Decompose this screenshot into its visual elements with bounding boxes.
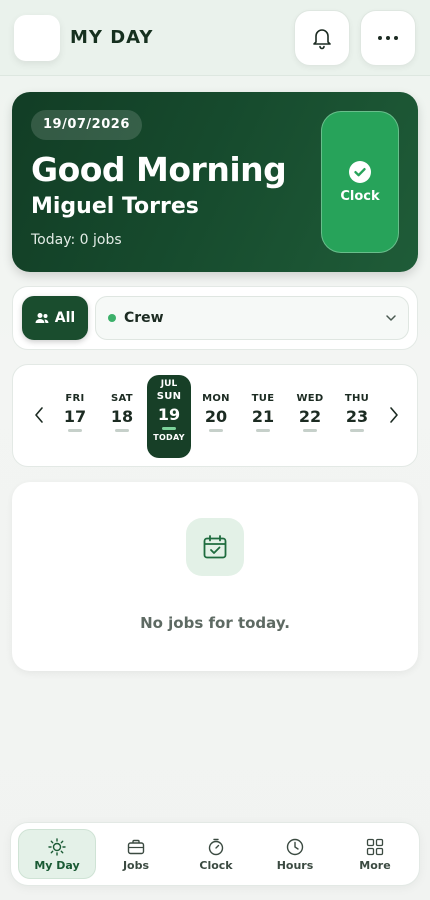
greeting-text: Good Morning	[31, 150, 287, 189]
day-indicator	[68, 429, 82, 432]
day-indicator	[256, 429, 270, 432]
day-name: THU	[344, 393, 370, 404]
day-number: 20	[204, 407, 228, 426]
notifications-button[interactable]	[294, 10, 350, 66]
day-number: 19	[157, 405, 181, 424]
today-label: TODAY	[153, 433, 185, 442]
users-icon	[35, 313, 49, 323]
day-wed[interactable]: WED 22	[288, 375, 332, 457]
day-mon[interactable]: MON 20	[194, 375, 238, 457]
sun-icon	[48, 837, 66, 857]
day-sat[interactable]: SAT 18	[100, 375, 144, 457]
nav-clock[interactable]: Clock	[177, 829, 255, 879]
date-badge: 19/07/2026	[31, 110, 142, 140]
app-header: MY DAY	[0, 0, 430, 76]
day-number: 18	[110, 407, 134, 426]
day-indicator	[162, 427, 176, 430]
greeting-card: 19/07/2026 Good Morning Miguel Torres To…	[12, 92, 418, 272]
user-name: Miguel Torres	[31, 194, 199, 219]
calendar-check-icon-container	[186, 518, 244, 576]
day-name: SAT	[111, 393, 133, 404]
page-title: MY DAY	[70, 27, 154, 48]
grid-icon	[366, 837, 384, 857]
nav-my-day[interactable]: My Day	[18, 829, 96, 879]
nav-label: Jobs	[122, 858, 150, 872]
day-name: WED	[296, 393, 324, 404]
chevron-right-icon	[390, 407, 398, 423]
briefcase-icon	[127, 837, 145, 857]
chevron-left-icon	[35, 407, 43, 423]
day-fri[interactable]: FRI 17	[53, 375, 97, 457]
nav-jobs[interactable]: Jobs	[97, 829, 175, 879]
crew-select-value: Crew	[124, 310, 164, 326]
day-name: FRI	[65, 393, 85, 404]
day-name: TUE	[251, 393, 275, 404]
crew-select[interactable]: Crew	[95, 296, 409, 340]
jobs-summary: Today: 0 jobs	[31, 232, 122, 248]
clock-icon	[286, 837, 304, 857]
clock-button[interactable]: Clock	[321, 111, 399, 253]
chevron-down-icon	[386, 315, 396, 321]
filter-bar: All Crew	[12, 286, 418, 350]
day-number: 23	[345, 407, 369, 426]
all-filter-button[interactable]: All	[22, 296, 88, 340]
nav-label: My Day	[34, 858, 80, 872]
jobs-empty-state: No jobs for today.	[12, 482, 418, 671]
day-indicator	[350, 429, 364, 432]
more-options-button[interactable]	[360, 10, 416, 66]
clock-button-label: Clock	[340, 188, 380, 204]
day-number: 22	[298, 407, 322, 426]
day-number: 21	[251, 407, 275, 426]
all-filter-label: All	[54, 310, 76, 326]
month-label: JUL	[160, 379, 178, 389]
day-thu[interactable]: THU 23	[335, 375, 379, 457]
day-name: MON	[202, 393, 230, 404]
previous-week-button[interactable]	[29, 405, 49, 425]
status-dot	[108, 314, 116, 322]
bottom-navigation: My Day Jobs Clock Hours More	[10, 822, 420, 886]
nav-label: Clock	[199, 858, 233, 872]
calendar-check-icon	[203, 535, 227, 559]
day-tue[interactable]: TUE 21	[241, 375, 285, 457]
more-icon	[378, 36, 398, 40]
nav-label: Hours	[276, 858, 314, 872]
nav-hours[interactable]: Hours	[256, 829, 334, 879]
check-circle-icon	[349, 160, 371, 183]
day-number: 17	[63, 407, 87, 426]
day-indicator	[209, 429, 223, 432]
day-indicator	[115, 429, 129, 432]
bell-icon	[313, 29, 331, 50]
empty-message: No jobs for today.	[140, 614, 290, 632]
day-indicator	[303, 429, 317, 432]
stopwatch-icon	[207, 837, 225, 857]
next-week-button[interactable]	[384, 405, 404, 425]
day-name: SUN	[156, 391, 182, 402]
nav-more[interactable]: More	[336, 829, 414, 879]
week-calendar: FRI 17 SAT 18 JUL SUN 19 TODAY MON 20 TU…	[12, 364, 418, 467]
day-sun-selected[interactable]: JUL SUN 19 TODAY	[147, 375, 191, 458]
app-logo	[14, 15, 60, 61]
nav-label: More	[359, 858, 391, 872]
